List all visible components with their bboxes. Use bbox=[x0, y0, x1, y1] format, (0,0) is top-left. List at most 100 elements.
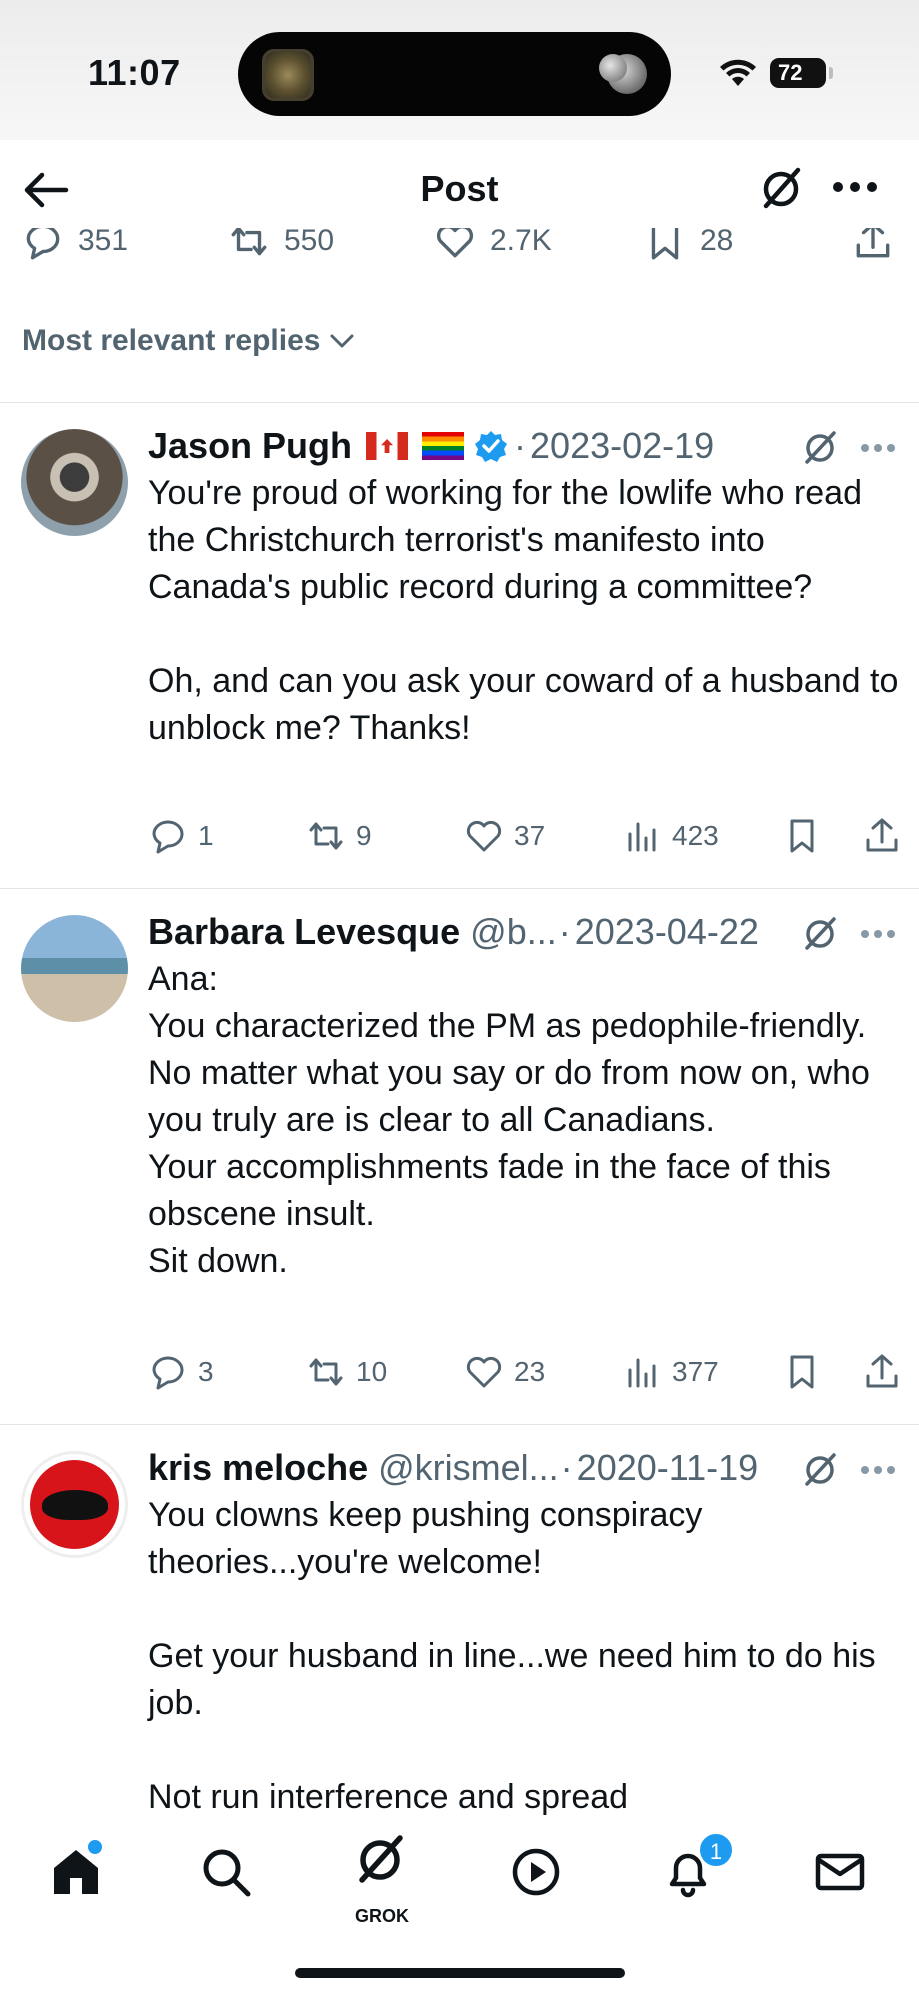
chevron-down-icon bbox=[330, 334, 354, 348]
activity-indicator-icon bbox=[599, 54, 647, 94]
tab-search[interactable] bbox=[198, 1844, 262, 1908]
heart-icon bbox=[466, 1356, 502, 1388]
tab-grok-label: GROK bbox=[355, 1906, 409, 1926]
author-name[interactable]: Barbara Levesque bbox=[148, 911, 460, 953]
main-share-button[interactable] bbox=[852, 228, 894, 262]
status-time: 11:07 bbox=[88, 52, 181, 93]
bookmark-icon bbox=[790, 819, 814, 853]
reply-header: kris meloche @krismel... · 2020-11-19 bbox=[148, 1446, 758, 1490]
grok-icon[interactable] bbox=[756, 164, 806, 214]
share-icon bbox=[856, 228, 890, 258]
repost-icon bbox=[231, 228, 267, 256]
reply-header: Jason Pugh · 2023-02-19 bbox=[148, 424, 714, 468]
play-icon bbox=[512, 1848, 560, 1896]
reply-item[interactable]: Jason Pugh · 2023-02-19 You're proud of … bbox=[0, 402, 919, 888]
post-date[interactable]: 2020-11-19 bbox=[577, 1447, 758, 1489]
dynamic-island[interactable] bbox=[238, 32, 671, 116]
reply-item[interactable]: kris meloche @krismel... · 2020-11-19 Yo… bbox=[0, 1424, 919, 1818]
reply-button[interactable]: 1 bbox=[148, 816, 214, 856]
reply-icon bbox=[152, 820, 184, 854]
post-date[interactable]: 2023-04-22 bbox=[575, 911, 759, 953]
more-options-icon[interactable] bbox=[860, 442, 896, 454]
repost-button[interactable]: 9 bbox=[306, 816, 372, 856]
main-bookmark-button[interactable]: 28 bbox=[644, 228, 733, 262]
reply-sort-dropdown[interactable]: Most relevant replies bbox=[22, 324, 356, 358]
avatar[interactable] bbox=[21, 1451, 128, 1558]
share-icon bbox=[866, 818, 898, 852]
tab-video[interactable] bbox=[508, 1844, 572, 1908]
separator-dot: · bbox=[514, 425, 527, 466]
post-date[interactable]: 2023-02-19 bbox=[530, 425, 714, 467]
separator-dot: · bbox=[560, 1447, 573, 1488]
author-name[interactable]: Jason Pugh bbox=[148, 425, 352, 467]
battery-tip bbox=[829, 67, 833, 79]
repost-count: 9 bbox=[356, 820, 372, 851]
view-count: 423 bbox=[672, 820, 719, 851]
main-reply-button[interactable]: 351 bbox=[22, 228, 128, 262]
main-post-action-bar: 351 550 2.7K 28 bbox=[0, 228, 919, 274]
reply-icon bbox=[26, 228, 60, 260]
like-button[interactable]: 37 bbox=[464, 816, 545, 856]
main-like-button[interactable]: 2.7K bbox=[434, 228, 552, 262]
notification-count-badge: 1 bbox=[698, 1832, 734, 1868]
separator-dot: · bbox=[558, 911, 571, 952]
new-content-dot bbox=[88, 1840, 102, 1854]
grok-icon[interactable] bbox=[800, 428, 840, 468]
share-button[interactable] bbox=[862, 816, 902, 856]
bookmark-button[interactable] bbox=[782, 816, 822, 856]
reply-item[interactable]: Barbara Levesque @b... · 2023-04-22 Ana:… bbox=[0, 888, 919, 1424]
reply-text: You clowns keep pushing conspiracy theor… bbox=[148, 1496, 876, 1816]
main-repost-button[interactable]: 550 bbox=[228, 228, 334, 262]
more-options-icon[interactable] bbox=[832, 180, 878, 194]
views-button[interactable]: 377 bbox=[622, 1352, 719, 1392]
grok-icon[interactable] bbox=[800, 914, 840, 954]
more-options-icon[interactable] bbox=[860, 928, 896, 940]
heart-icon bbox=[466, 820, 502, 852]
like-count: 23 bbox=[514, 1356, 546, 1387]
status-bar: 11:07 72 bbox=[0, 0, 919, 140]
author-handle[interactable]: @krismel... bbox=[378, 1447, 559, 1489]
like-button[interactable]: 23 bbox=[464, 1352, 545, 1392]
share-icon bbox=[866, 1354, 898, 1388]
main-like-count: 2.7K bbox=[490, 228, 552, 257]
reply-sort-label: Most relevant replies bbox=[22, 324, 321, 357]
reply-action-bar: 1 9 37 423 bbox=[148, 816, 908, 860]
reply-count: 3 bbox=[198, 1356, 214, 1387]
avatar[interactable] bbox=[21, 429, 128, 536]
now-playing-artwork bbox=[262, 49, 314, 101]
avatar[interactable] bbox=[21, 915, 128, 1022]
main-bookmark-count: 28 bbox=[700, 228, 734, 257]
mail-icon bbox=[815, 1853, 865, 1891]
bookmark-button[interactable] bbox=[782, 1352, 822, 1392]
repost-button[interactable]: 10 bbox=[306, 1352, 387, 1392]
views-button[interactable]: 423 bbox=[622, 816, 719, 856]
tab-home[interactable] bbox=[48, 1840, 112, 1908]
reply-text: Ana: You characterized the PM as pedophi… bbox=[148, 960, 870, 1280]
reply-action-bar: 3 10 23 377 bbox=[148, 1352, 908, 1396]
battery-level: 72 bbox=[770, 58, 826, 88]
tab-messages[interactable] bbox=[812, 1844, 876, 1908]
reply-header: Barbara Levesque @b... · 2023-04-22 bbox=[148, 910, 759, 954]
more-options-icon[interactable] bbox=[860, 1464, 896, 1476]
repost-icon bbox=[309, 1358, 343, 1386]
repost-count: 10 bbox=[356, 1356, 388, 1387]
canada-flag-icon bbox=[366, 432, 409, 460]
heart-icon bbox=[436, 228, 474, 258]
bookmark-icon bbox=[651, 228, 679, 260]
author-name[interactable]: kris meloche bbox=[148, 1447, 368, 1489]
like-count: 37 bbox=[514, 820, 546, 851]
main-reply-count: 351 bbox=[78, 228, 129, 257]
author-handle[interactable]: @b... bbox=[470, 911, 557, 953]
search-icon bbox=[203, 1849, 251, 1897]
grok-icon bbox=[359, 1835, 403, 1883]
verified-badge-icon bbox=[475, 431, 508, 462]
reply-button[interactable]: 3 bbox=[148, 1352, 214, 1392]
share-button[interactable] bbox=[862, 1352, 902, 1392]
reply-count: 1 bbox=[198, 820, 214, 851]
home-indicator[interactable] bbox=[295, 1968, 625, 1978]
grok-icon[interactable] bbox=[800, 1450, 840, 1490]
views-chart-icon bbox=[628, 1358, 656, 1388]
view-count: 377 bbox=[672, 1356, 719, 1387]
tab-grok[interactable] bbox=[352, 1832, 416, 1896]
reply-text: You're proud of working for the lowlife … bbox=[148, 474, 899, 747]
